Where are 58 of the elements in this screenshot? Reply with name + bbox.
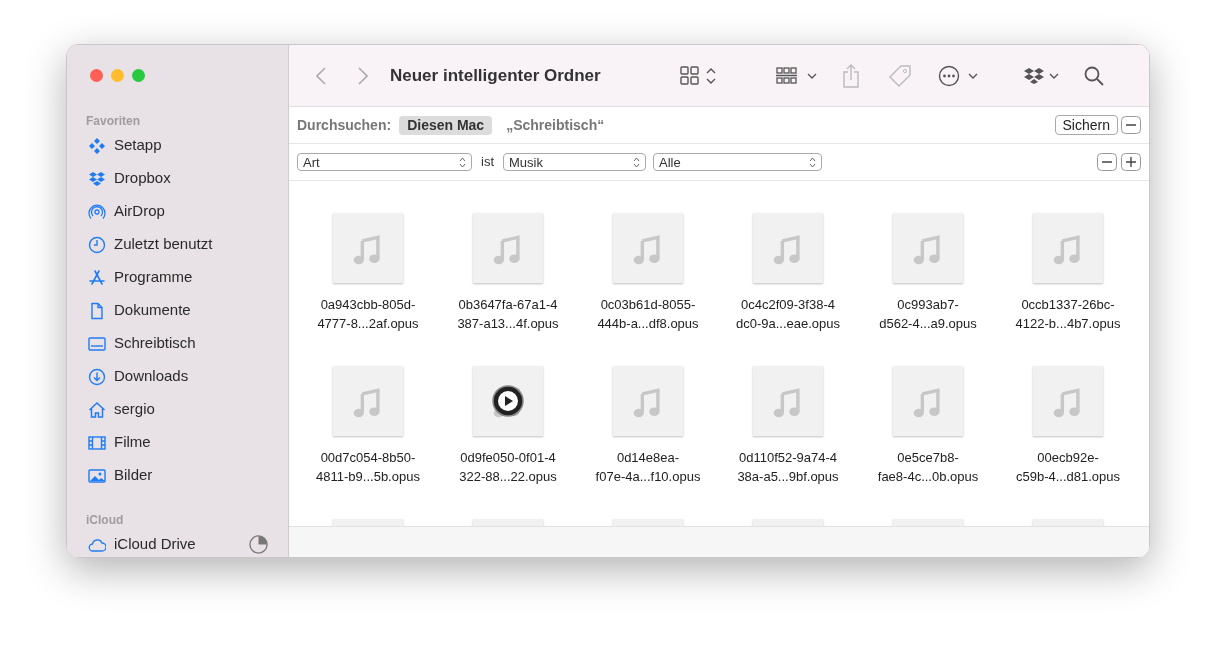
stepper-icon xyxy=(459,156,466,168)
play-button[interactable] xyxy=(492,385,524,417)
sidebar-item[interactable]: Dropbox xyxy=(67,162,288,195)
sidebar-item[interactable]: Filme xyxy=(67,426,288,459)
file-name[interactable]: 0e5ce7b8- fae8-4c...0b.opus xyxy=(877,448,979,486)
stepper-icon xyxy=(633,156,640,168)
group-icon[interactable] xyxy=(776,65,818,86)
file-name[interactable]: 0a943cbb-805d- 4777-8...2af.opus xyxy=(317,295,419,333)
file-name[interactable]: 00d7c054-8b50- 4811-b9...5b.opus xyxy=(316,448,420,486)
sidebar-item[interactable]: Downloads xyxy=(67,360,288,393)
search-scope-label: Durchsuchen: xyxy=(297,115,392,135)
icon-view-icon[interactable] xyxy=(680,65,718,86)
window-title: Neuer intelligenter Ordner xyxy=(390,64,602,87)
save-button[interactable]: Sichern xyxy=(1054,115,1118,135)
sidebar-item[interactable]: AirDrop xyxy=(67,195,288,228)
sidebar-item[interactable]: Zuletzt benutzt xyxy=(67,228,288,261)
file-name[interactable]: 0c993ab7- d562-4...a9.opus xyxy=(879,295,977,333)
sidebar-item[interactable]: sergio xyxy=(67,393,288,426)
search-icon[interactable] xyxy=(1084,65,1104,86)
file-name[interactable]: 0c03b61d-8055- 444b-a...df8.opus xyxy=(597,295,699,333)
remove-icon[interactable] xyxy=(1121,116,1141,134)
file-name[interactable]: 0c4c2f09-3f38-4 dc0-9a...eae.opus xyxy=(735,295,841,333)
file-name[interactable]: 00ecb92e- c59b-4...d81.opus xyxy=(1015,448,1121,486)
dropbox-icon xyxy=(88,169,106,188)
document-icon xyxy=(88,301,106,320)
more-actions-icon[interactable] xyxy=(938,64,980,87)
film-icon xyxy=(88,433,106,452)
airdrop-icon xyxy=(88,202,106,221)
operator-label: ist xyxy=(481,153,494,172)
close-button[interactable] xyxy=(90,69,103,82)
attribute-dropdown[interactable]: Art xyxy=(297,153,472,171)
download-icon xyxy=(88,367,106,386)
progress-pie-icon xyxy=(249,535,268,554)
sidebar-item[interactable]: Schreibtisch xyxy=(67,327,288,360)
file-name[interactable]: 0d110f52-9a74-4 38a-a5...9bf.opus xyxy=(737,448,839,486)
desktop-icon xyxy=(88,334,106,353)
section-heading: iCloud xyxy=(85,512,125,528)
sidebar-item[interactable]: Programme xyxy=(67,261,288,294)
dropbox-menu-icon[interactable] xyxy=(1024,66,1060,85)
file-name[interactable]: 0ccb1337-26bc- 4122-b...4b7.opus xyxy=(1015,295,1121,333)
file-name[interactable]: 0b3647fa-67a1-4 387-a13...4f.opus xyxy=(457,295,559,333)
stepper-icon xyxy=(809,156,816,168)
house-icon xyxy=(88,400,106,419)
app-store-icon xyxy=(88,268,106,287)
file-name[interactable]: 0d9fe050-0f01-4 322-88...22.opus xyxy=(459,448,557,486)
file-name[interactable]: 0d14e8ea- f07e-4a...f10.opus xyxy=(595,448,701,486)
scope-tab[interactable]: „Schreibtisch“ xyxy=(502,115,609,135)
scope-tab[interactable]: Diesen Mac xyxy=(399,115,493,135)
qualifier-dropdown[interactable]: Alle xyxy=(653,153,822,171)
setapp-icon xyxy=(88,136,106,155)
section-heading: Favoriten xyxy=(85,113,141,129)
sidebar-item[interactable]: Setapp xyxy=(67,129,288,162)
value-dropdown[interactable]: Musik xyxy=(503,153,646,171)
clock-icon xyxy=(88,235,106,254)
sidebar-item[interactable]: Bilder xyxy=(67,459,288,492)
photo-icon xyxy=(88,466,106,485)
sidebar-item[interactable]: Dokumente xyxy=(67,294,288,327)
sidebar-item[interactable]: iCloud Drive xyxy=(67,528,288,557)
